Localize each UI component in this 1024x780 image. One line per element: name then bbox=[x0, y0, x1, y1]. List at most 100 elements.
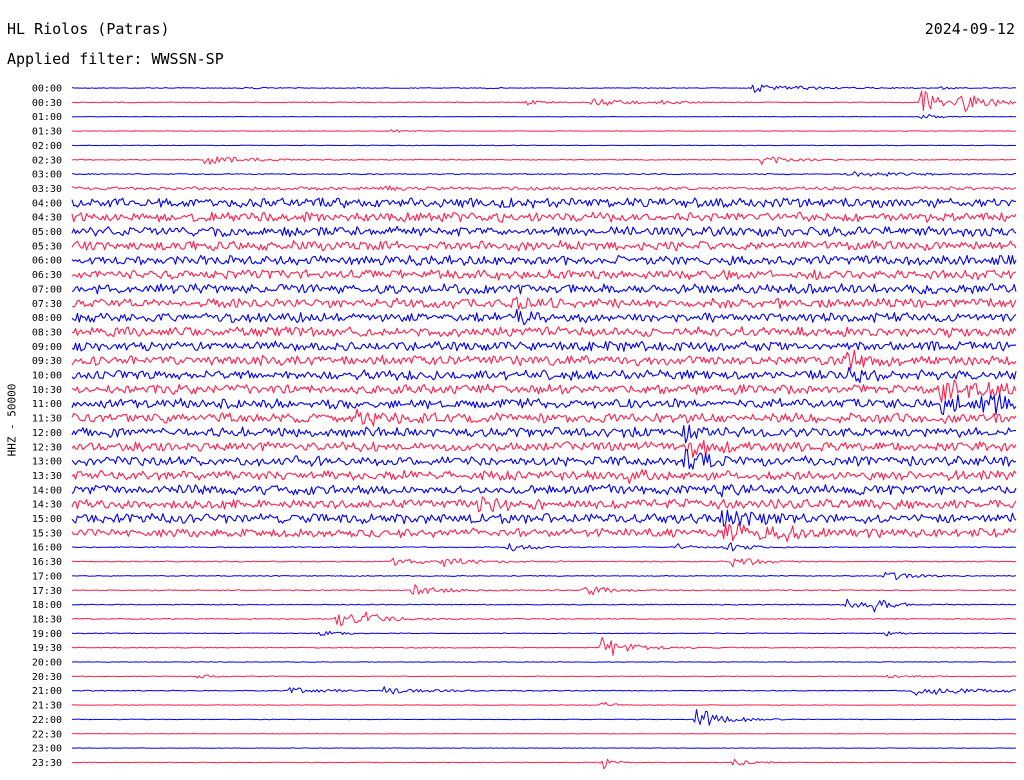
trace-row bbox=[71, 424, 1017, 444]
helicorder-plot: 00:00 00:30 01:00 01:30 02:00 02:30 03:00 03:30… bbox=[32, 84, 1017, 770]
time-tick-label: 04:00 bbox=[32, 198, 62, 209]
time-tick-label: 07:30 bbox=[32, 299, 62, 310]
time-tick-label: 06:30 bbox=[32, 270, 62, 281]
time-tick-label: 00:00 bbox=[32, 84, 62, 95]
time-tick-label: 05:30 bbox=[32, 241, 62, 252]
time-tick-label: 14:30 bbox=[32, 500, 62, 511]
time-tick-label: 16:00 bbox=[32, 543, 62, 554]
time-tick-label: 22:00 bbox=[32, 715, 62, 726]
trace-row bbox=[71, 701, 1017, 707]
trace-row bbox=[71, 211, 1017, 223]
time-tick-label: 21:30 bbox=[32, 701, 62, 712]
trace-row bbox=[71, 114, 1017, 119]
time-tick-label: 08:00 bbox=[32, 313, 62, 324]
time-tick-label: 00:30 bbox=[32, 98, 62, 109]
time-tick-label: 22:30 bbox=[32, 729, 62, 740]
time-tick-label: 01:30 bbox=[32, 127, 62, 138]
station-title: HL Riolos (Patras) bbox=[7, 20, 170, 38]
y-axis-label: HHZ - 50000 bbox=[5, 383, 19, 457]
trace-row bbox=[71, 225, 1017, 238]
trace-row bbox=[71, 408, 1017, 427]
trace-row bbox=[72, 584, 1017, 596]
time-tick-label: 18:30 bbox=[32, 614, 62, 625]
trace-layer bbox=[71, 84, 1017, 770]
time-tick-label: 06:00 bbox=[32, 256, 62, 267]
time-tick-label: 08:30 bbox=[32, 327, 62, 338]
trace-row bbox=[71, 636, 1016, 656]
trace-row bbox=[71, 542, 1016, 552]
time-tick-label: 16:30 bbox=[32, 557, 62, 568]
time-tick-label: 11:30 bbox=[32, 414, 62, 425]
trace-row bbox=[71, 449, 1017, 470]
trace-row bbox=[71, 661, 1017, 663]
time-tick-label: 01:00 bbox=[32, 112, 62, 123]
time-tick-label: 13:00 bbox=[32, 457, 62, 468]
time-tick-label: 21:00 bbox=[32, 686, 62, 697]
time-tick-label: 20:00 bbox=[32, 658, 62, 669]
trace-row bbox=[71, 496, 1017, 513]
trace-row bbox=[71, 254, 1017, 266]
time-tick-label: 23:30 bbox=[32, 758, 62, 769]
time-tick-label: 13:30 bbox=[32, 471, 62, 482]
trace-row bbox=[71, 571, 1017, 581]
filter-label: Applied filter: WWSSN-SP bbox=[7, 50, 224, 68]
time-tick-label: 12:30 bbox=[32, 442, 62, 453]
trace-row bbox=[71, 239, 1017, 252]
trace-row bbox=[71, 709, 1016, 726]
trace-row bbox=[71, 308, 1017, 326]
trace-row bbox=[71, 379, 1017, 403]
time-tick-label: 18:00 bbox=[32, 600, 62, 611]
time-tick-label: 19:00 bbox=[32, 629, 62, 640]
time-tick-label: 02:00 bbox=[32, 141, 62, 152]
time-tick-label: 10:00 bbox=[32, 371, 62, 382]
trace-row bbox=[71, 393, 1017, 416]
trace-row bbox=[71, 469, 1017, 485]
time-tick-label: 10:30 bbox=[32, 385, 62, 396]
time-tick-label: 19:30 bbox=[32, 643, 62, 654]
trace-row bbox=[71, 269, 1017, 281]
trace-row bbox=[71, 144, 1017, 147]
trace-row bbox=[71, 439, 1017, 459]
trace-row bbox=[71, 156, 1017, 166]
time-tick-label: 02:30 bbox=[32, 155, 62, 166]
trace-row bbox=[71, 674, 1017, 679]
trace-row bbox=[71, 90, 1017, 112]
trace-row bbox=[71, 483, 1017, 498]
trace-row bbox=[71, 283, 1017, 295]
time-tick-label: 05:00 bbox=[32, 227, 62, 238]
tick-labels: 00:00 00:30 01:00 01:30 02:00 02:30 03:00 03:30… bbox=[32, 84, 62, 769]
time-tick-label: 15:00 bbox=[32, 514, 62, 525]
trace-row bbox=[71, 630, 1017, 637]
time-tick-label: 11:00 bbox=[32, 399, 62, 410]
time-tick-label: 15:30 bbox=[32, 528, 62, 539]
trace-row bbox=[71, 366, 1017, 384]
trace-row bbox=[71, 733, 1017, 735]
trace-row bbox=[71, 197, 1017, 209]
trace-row bbox=[71, 557, 1017, 568]
trace-row bbox=[71, 611, 1017, 626]
time-tick-label: 03:30 bbox=[32, 184, 62, 195]
trace-row bbox=[71, 758, 1017, 770]
trace-row bbox=[71, 349, 1017, 370]
trace-row bbox=[71, 185, 1017, 191]
time-tick-label: 12:00 bbox=[32, 428, 62, 439]
trace-row bbox=[71, 171, 1017, 177]
time-tick-label: 17:00 bbox=[32, 571, 62, 582]
time-tick-label: 03:00 bbox=[32, 170, 62, 181]
date-label: 2024-09-12 bbox=[924, 20, 1015, 38]
trace-row bbox=[71, 296, 1017, 310]
trace-row bbox=[71, 326, 1017, 338]
time-tick-label: 09:30 bbox=[32, 356, 62, 367]
time-tick-label: 14:00 bbox=[32, 485, 62, 496]
time-tick-label: 17:30 bbox=[32, 586, 62, 597]
time-tick-label: 04:30 bbox=[32, 213, 62, 224]
time-tick-label: 09:00 bbox=[32, 342, 62, 353]
trace-row bbox=[71, 747, 1017, 749]
time-tick-label: 20:30 bbox=[32, 672, 62, 683]
trace-row bbox=[71, 509, 1017, 527]
trace-row bbox=[71, 523, 1017, 543]
trace-row bbox=[71, 84, 1017, 93]
trace-row bbox=[71, 686, 1017, 696]
time-tick-label: 23:00 bbox=[32, 744, 62, 755]
trace-row bbox=[71, 129, 1017, 133]
